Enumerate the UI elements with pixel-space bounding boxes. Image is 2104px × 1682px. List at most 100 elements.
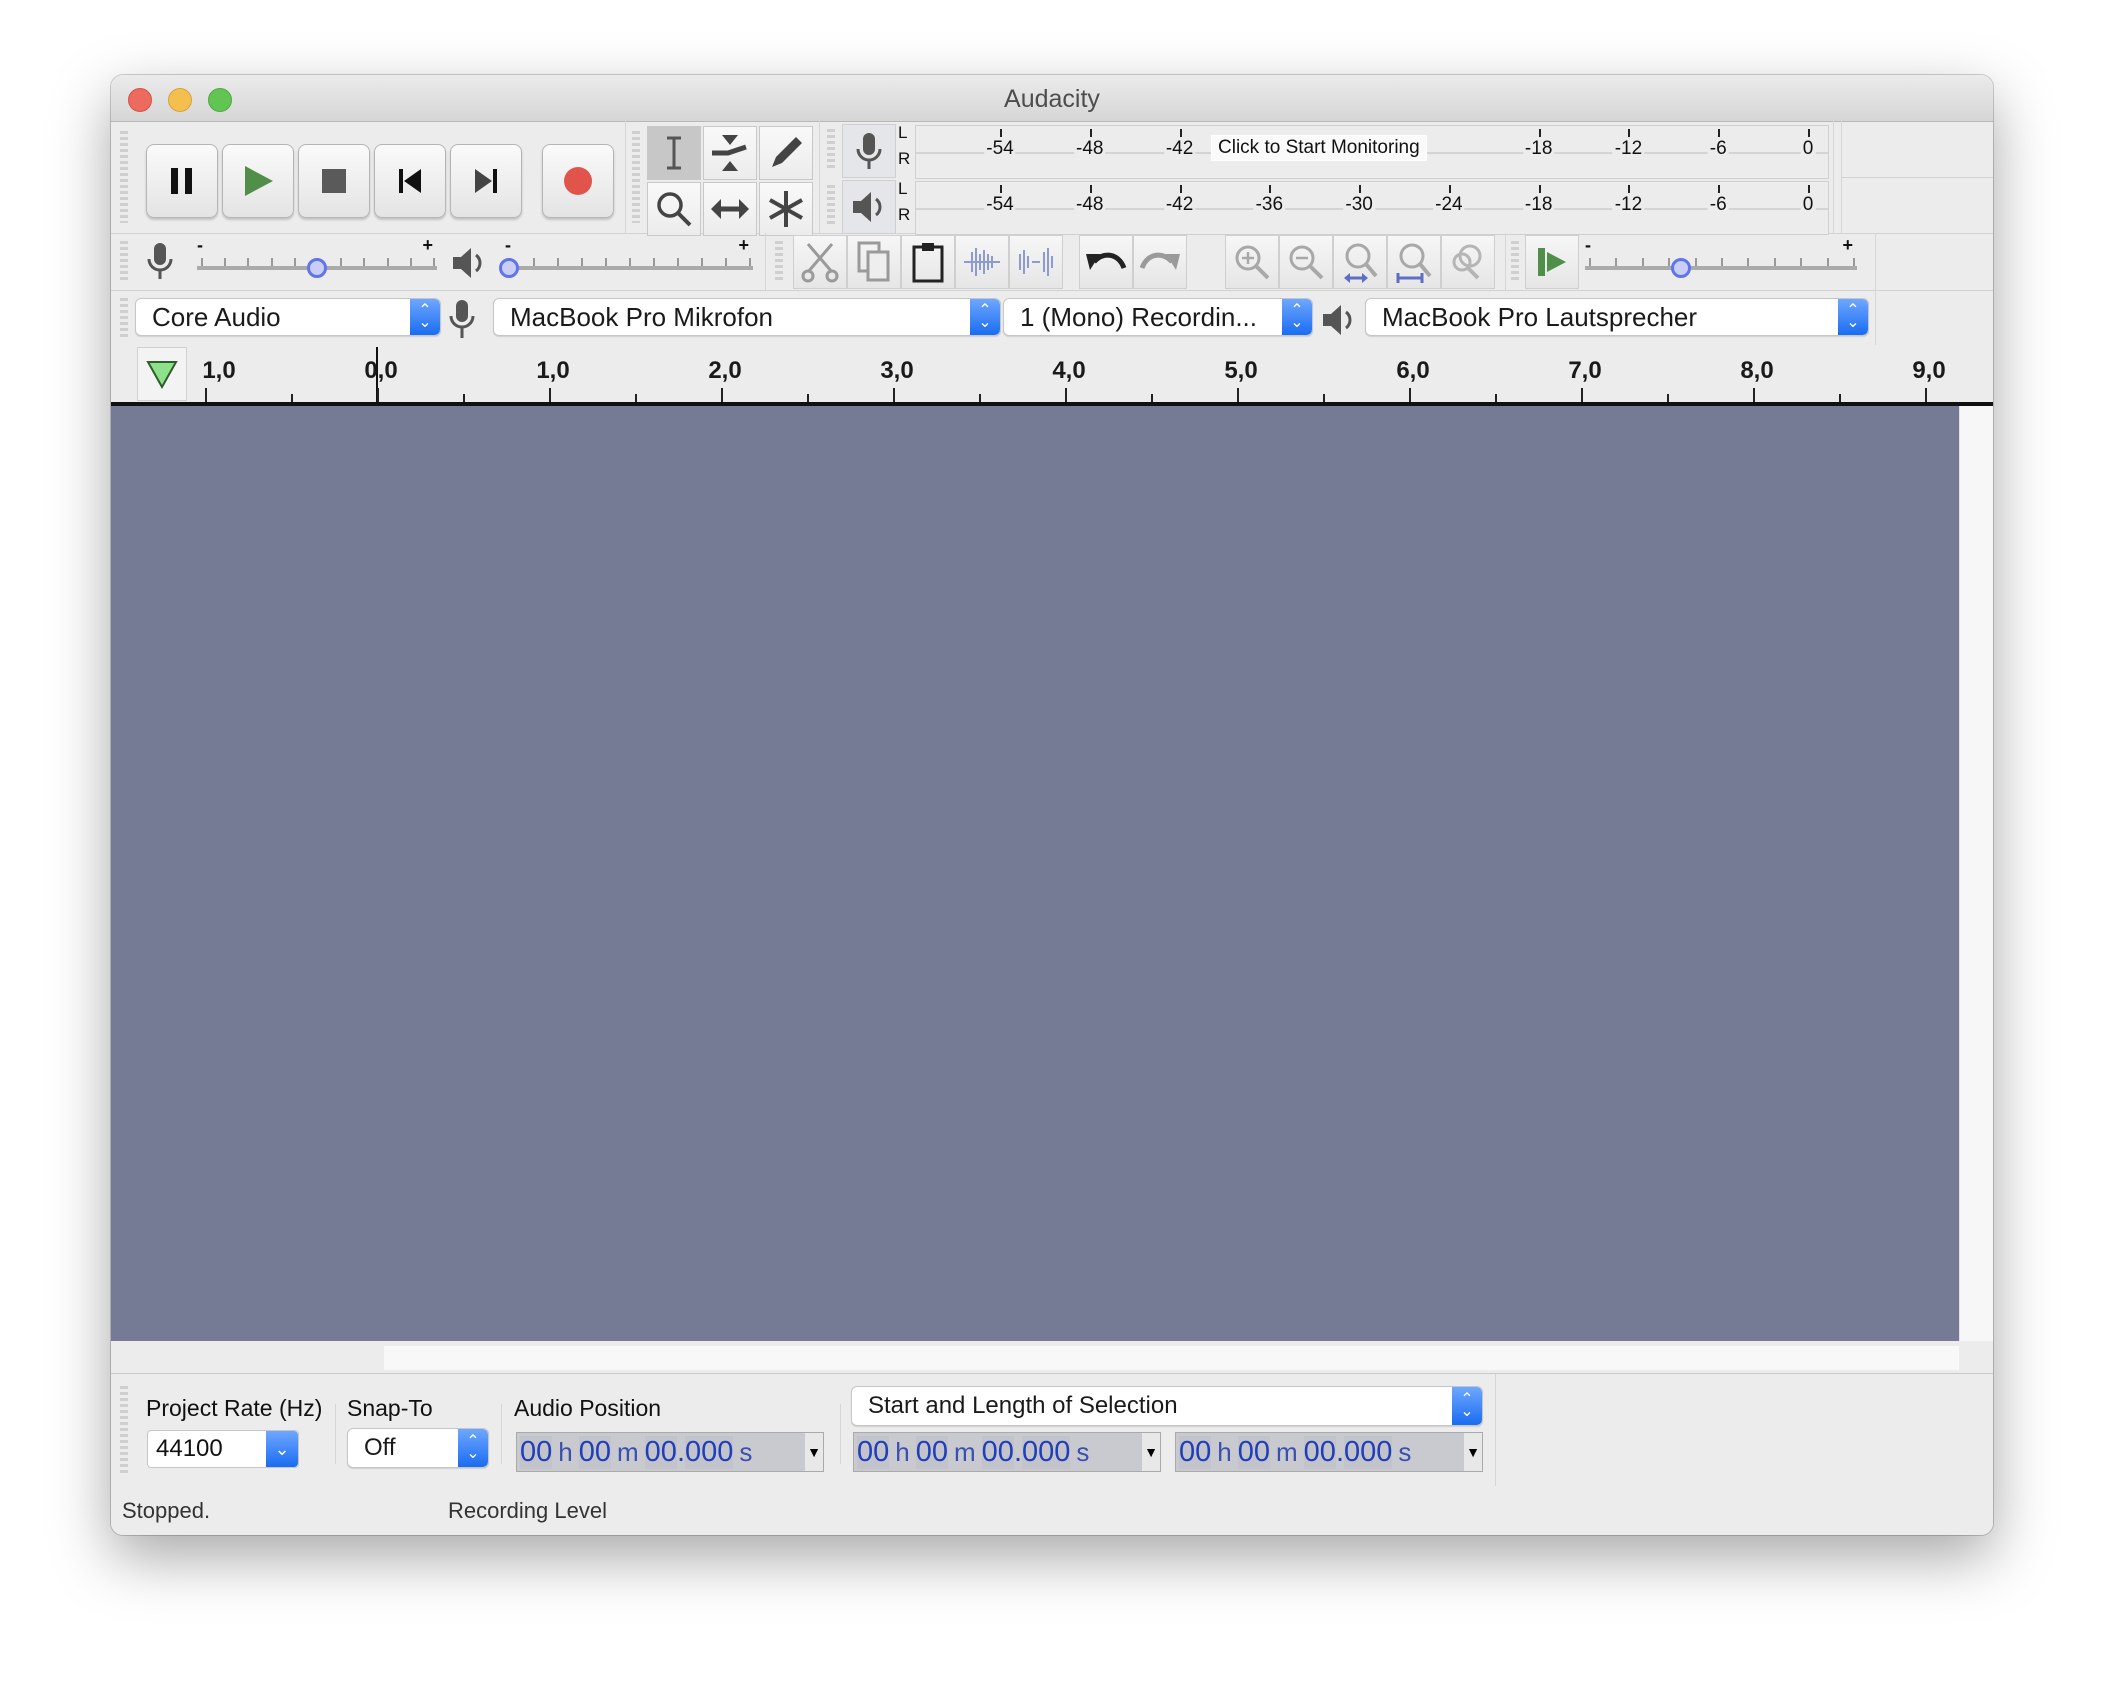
copy-button[interactable]	[847, 235, 901, 289]
zoom-toggle-button[interactable]	[1441, 235, 1495, 289]
recording-channels-select[interactable]: 1 (Mono) Recordin... ⌃ ⌄	[1003, 298, 1313, 336]
ruler-label: 2,0	[708, 357, 742, 384]
paste-button[interactable]	[901, 235, 955, 289]
play-button[interactable]	[222, 144, 294, 218]
seconds-digits[interactable]: 00	[1303, 1435, 1336, 1469]
fit-project-button[interactable]	[1387, 235, 1441, 289]
selection-start-time[interactable]: 00 h 00 m 00. 000 s ▼	[853, 1432, 1161, 1472]
hours-digits[interactable]: 00	[857, 1435, 890, 1469]
record-button[interactable]	[542, 144, 614, 218]
playback-meter[interactable]: -54 -48 -42 -36 -30 -24 -18 -12 -6 0	[915, 181, 1829, 235]
selection-toolbar-grip[interactable]	[120, 1386, 128, 1474]
stop-button[interactable]	[298, 144, 370, 218]
slider-thumb[interactable]	[1671, 258, 1692, 278]
updown-chevron-icon: ⌃ ⌄	[1282, 299, 1312, 335]
milliseconds-digits[interactable]: 000	[1022, 1435, 1071, 1469]
undo-button[interactable]	[1079, 235, 1133, 289]
decimal-point: .	[1335, 1435, 1344, 1468]
hours-digits[interactable]: 00	[1179, 1435, 1212, 1469]
ruler-tick	[1581, 388, 1583, 402]
meter-label: -42	[1163, 194, 1196, 216]
time-format-dropdown-icon[interactable]: ▼	[805, 1433, 823, 1471]
pause-button[interactable]	[146, 144, 218, 218]
skip-to-start-button[interactable]	[374, 144, 446, 218]
meter-tick	[1089, 185, 1092, 193]
track-panel[interactable]	[111, 406, 1959, 1341]
multi-tool-button[interactable]	[759, 182, 813, 236]
slider-min-label: -	[197, 235, 203, 255]
trim-audio-button[interactable]	[955, 235, 1009, 289]
silence-audio-button[interactable]	[1009, 235, 1063, 289]
snap-to-select[interactable]: Off ⌃ ⌄	[347, 1428, 489, 1468]
meter-tick	[1808, 129, 1810, 137]
timeline-options-button[interactable]	[137, 347, 187, 401]
playback-device-select[interactable]: MacBook Pro Lautsprecher ⌃ ⌄	[1365, 298, 1869, 336]
ruler-label: 1,0	[536, 357, 570, 384]
recording-volume-slider[interactable]: - +	[197, 235, 437, 281]
window-title: Audacity	[1004, 85, 1100, 113]
selection-mode-select[interactable]: Start and Length of Selection ⌃ ⌄	[851, 1386, 1483, 1426]
play-meter-button[interactable]	[842, 180, 896, 234]
envelope-tool-button[interactable]	[703, 126, 757, 180]
playback-volume-slider[interactable]: - +	[499, 235, 753, 281]
zoom-in-button[interactable]	[1225, 235, 1279, 289]
meter-label: -18	[1522, 194, 1555, 216]
meter-tick	[1448, 185, 1451, 193]
device-toolbar-grip[interactable]	[120, 298, 128, 338]
mixer-toolbar-grip[interactable]	[120, 241, 128, 283]
slider-tick	[1773, 258, 1776, 266]
hours-digits[interactable]: 00	[520, 1435, 553, 1469]
project-rate-combo[interactable]: 44100 ⌄	[147, 1430, 299, 1468]
selection-tool-button[interactable]	[647, 126, 701, 180]
zoom-out-button[interactable]	[1279, 235, 1333, 289]
tools-toolbar-grip[interactable]	[632, 131, 640, 223]
milliseconds-digits[interactable]: 000	[1344, 1435, 1393, 1469]
recording-channels-value: 1 (Mono) Recordin...	[1020, 301, 1257, 332]
transport-toolbar-grip[interactable]	[120, 131, 128, 223]
fit-project-icon	[1396, 243, 1432, 283]
selection-length-time[interactable]: 00 h 00 m 00. 000 s ▼	[1175, 1432, 1483, 1472]
status-state: Stopped.	[122, 1498, 211, 1523]
edit-toolbar-grip[interactable]	[775, 241, 783, 283]
time-format-dropdown-icon[interactable]: ▼	[1142, 1433, 1160, 1471]
redo-button[interactable]	[1133, 235, 1187, 289]
play-at-speed-button[interactable]	[1525, 235, 1579, 289]
slider-tick	[1641, 258, 1644, 266]
ruler-label: 9,0	[1912, 357, 1946, 384]
slider-thumb[interactable]	[307, 258, 327, 278]
channel-right-label: R	[898, 205, 911, 224]
milliseconds-digits[interactable]: 000	[685, 1435, 734, 1469]
recording-device-select[interactable]: MacBook Pro Mikrofon ⌃ ⌄	[493, 298, 1001, 336]
minutes-digits[interactable]: 00	[578, 1435, 611, 1469]
zoom-toggle-icon	[1452, 244, 1482, 280]
record-meter-button[interactable]	[842, 124, 896, 178]
minutes-digits[interactable]: 00	[1237, 1435, 1270, 1469]
slider-thumb[interactable]	[499, 258, 519, 278]
minutes-digits[interactable]: 00	[915, 1435, 948, 1469]
seconds-digits[interactable]: 00	[644, 1435, 677, 1469]
play-at-speed-toolbar-grip[interactable]	[1511, 241, 1519, 283]
zoom-tool-button[interactable]	[647, 182, 701, 236]
record-meter[interactable]: -54 -48 -42 -18 -12 -6 0 Click to Start Monito…	[915, 125, 1829, 179]
zoom-in-icon	[1235, 245, 1270, 280]
play-meter-grip[interactable]	[827, 185, 835, 225]
cut-button[interactable]	[793, 235, 847, 289]
start-monitoring-button[interactable]: Click to Start Monitoring	[1211, 135, 1427, 161]
project-rate-value: 44100	[156, 1435, 223, 1462]
vertical-scrollbar[interactable]	[1959, 406, 1993, 1341]
time-shift-tool-button[interactable]	[703, 182, 757, 236]
playback-speed-slider[interactable]: - +	[1585, 235, 1857, 281]
draw-tool-button[interactable]	[759, 126, 813, 180]
time-format-dropdown-icon[interactable]: ▼	[1464, 1433, 1482, 1471]
fit-selection-button[interactable]	[1333, 235, 1387, 289]
horizontal-scrollbar-thumb[interactable]	[384, 1346, 1959, 1370]
skip-to-end-button[interactable]	[450, 144, 522, 218]
ruler-tick	[291, 394, 293, 402]
horizontal-scrollbar[interactable]	[111, 1341, 1959, 1373]
slider-tick	[1747, 258, 1750, 266]
timeline-ruler[interactable]: 1,0 0,0 1,0 2,0 3,0 4,0 5,0 6,0 7,0 8,0 9,0	[111, 345, 1993, 406]
audio-host-select[interactable]: Core Audio ⌃ ⌄	[135, 298, 441, 336]
record-meter-grip[interactable]	[827, 129, 835, 169]
audio-position-time[interactable]: 00 h 00 m 00. 000 s ▼	[516, 1432, 824, 1472]
seconds-digits[interactable]: 00	[981, 1435, 1014, 1469]
